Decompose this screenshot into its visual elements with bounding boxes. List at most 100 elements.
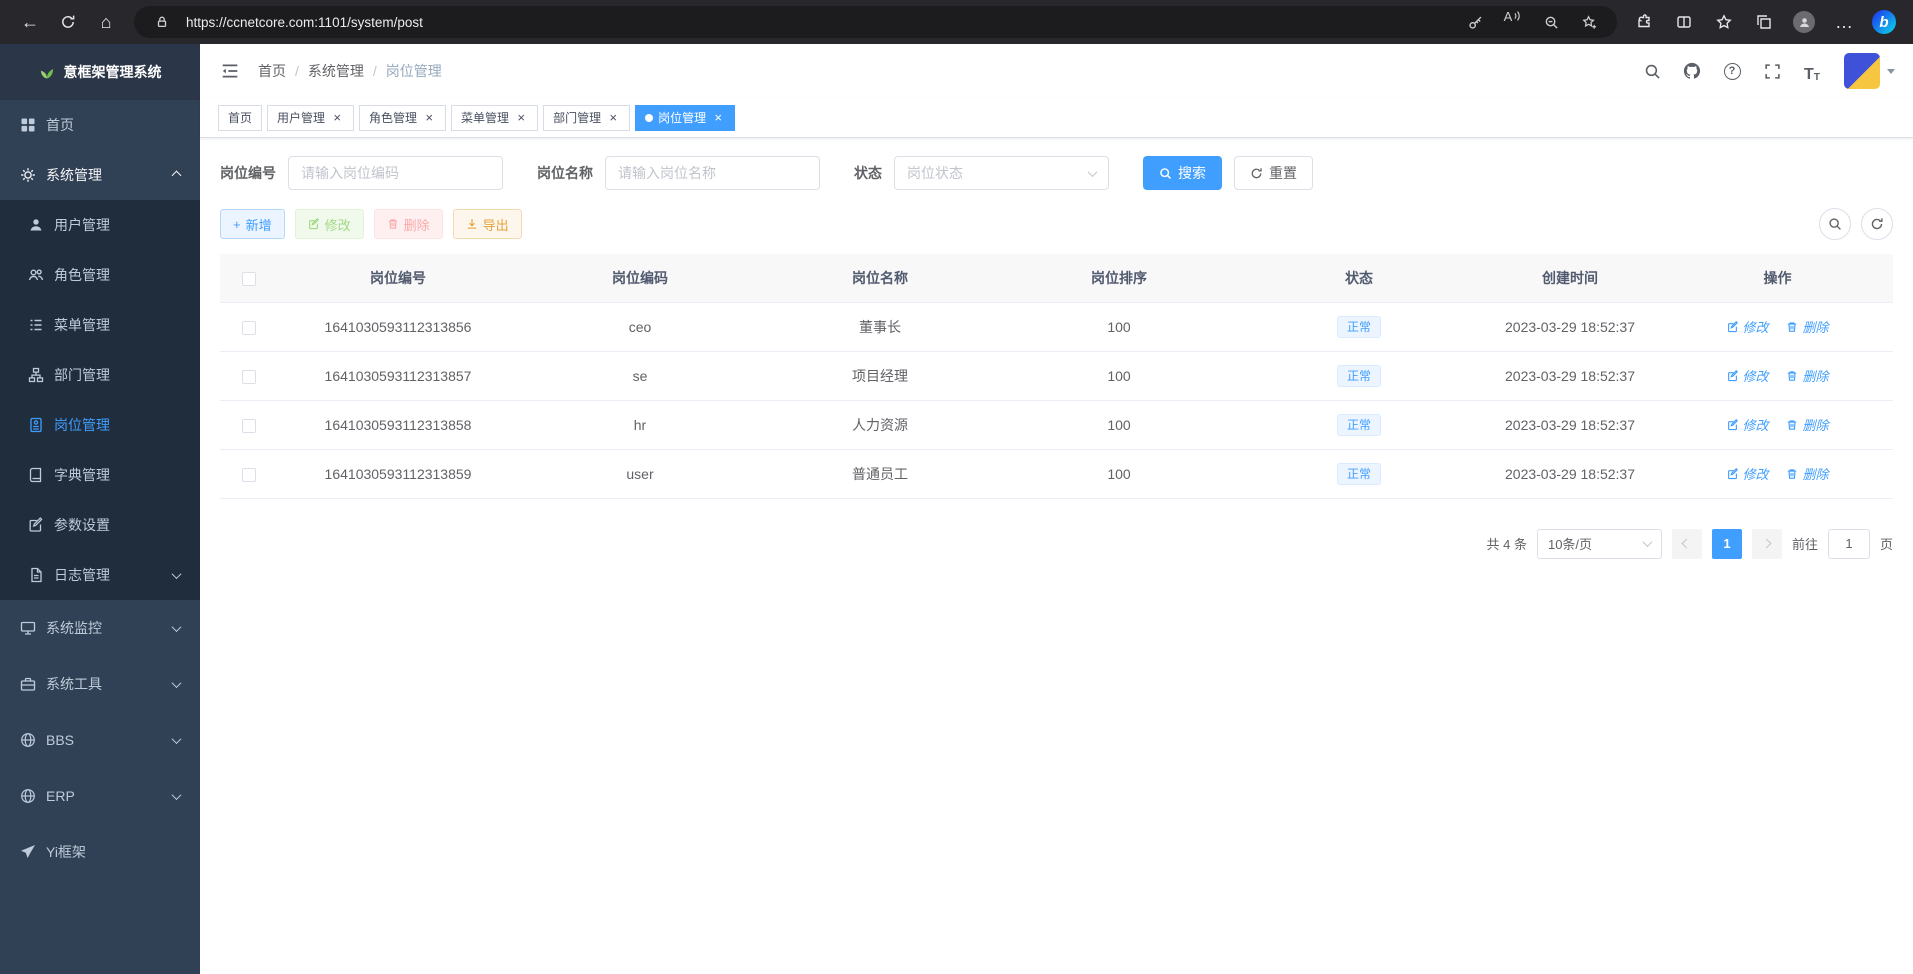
sidebar-item-post-mgmt[interactable]: 岗位管理 [0,400,200,450]
page-number-1[interactable]: 1 [1712,529,1742,559]
post-name-input[interactable] [605,156,820,190]
browser-back-icon[interactable]: ← [12,5,48,39]
tab-home[interactable]: 首页 [218,105,262,131]
sidebar-item-system-mgmt[interactable]: 系统管理 [0,150,200,200]
delete-link[interactable]: 删除 [1786,464,1828,483]
column-created-time: 创建时间 [1478,254,1662,302]
status-badge: 正常 [1337,316,1381,338]
page-content: 岗位编号 岗位名称 状态 岗位状态 搜索 [200,138,1913,974]
favorites-icon[interactable] [1707,5,1741,39]
password-key-icon[interactable] [1461,9,1489,35]
browser-menu-icon[interactable]: … [1827,5,1861,39]
tab-post-mgmt[interactable]: 岗位管理 × [635,105,735,131]
edit-link[interactable]: 修改 [1727,464,1769,483]
sidebar-item-menu-mgmt[interactable]: 菜单管理 [0,300,200,350]
pagination-total: 共 4 条 [1487,534,1527,553]
status-badge: 正常 [1337,414,1381,436]
sidebar-item-role-mgmt[interactable]: 角色管理 [0,250,200,300]
collections-icon[interactable] [1747,5,1781,39]
edit-link[interactable]: 修改 [1727,317,1769,336]
chevron-down-icon [172,734,182,744]
sidebar-item-bbs[interactable]: BBS [0,712,200,768]
tab-dept-mgmt[interactable]: 部门管理 × [543,105,630,131]
goto-page-input[interactable] [1828,529,1870,559]
table-toolbar: + 新增 修改 删除 导出 [220,208,1893,240]
cell-created-time: 2023-03-29 18:52:37 [1478,449,1662,498]
app-navbar: 首页 / 系统管理 / 岗位管理 ? T [200,44,1913,98]
edit-square-icon [28,517,44,533]
delete-link[interactable]: 删除 [1786,317,1828,336]
sidebar-item-log-mgmt[interactable]: 日志管理 [0,550,200,600]
refresh-icon [1870,217,1884,231]
close-icon[interactable]: × [514,111,528,125]
add-button[interactable]: + 新增 [220,209,285,239]
header-search-icon[interactable] [1640,59,1664,83]
sidebar-item-user-mgmt[interactable]: 用户管理 [0,200,200,250]
add-favorite-icon[interactable] [1575,9,1603,35]
globe-icon [20,732,36,748]
row-checkbox[interactable] [242,419,256,433]
font-size-icon[interactable]: TT [1800,59,1824,83]
split-screen-icon[interactable] [1667,5,1701,39]
toolbox-icon [20,676,36,692]
avatar-image [1844,53,1880,89]
edit-link[interactable]: 修改 [1727,415,1769,434]
browser-home-icon[interactable]: ⌂ [88,5,124,39]
browser-address-bar[interactable]: https://ccnetcore.com:1101/system/post A [134,6,1617,38]
post-name-label: 岗位名称 [537,163,593,183]
zoom-icon[interactable] [1537,9,1565,35]
sidebar-item-erp[interactable]: ERP [0,768,200,824]
delete-link[interactable]: 删除 [1786,366,1828,385]
user-avatar[interactable] [1844,53,1895,89]
sidebar-item-yi-framework[interactable]: Yi框架 [0,824,200,880]
bing-icon[interactable]: b [1867,5,1901,39]
breadcrumb-home[interactable]: 首页 [258,61,286,81]
close-icon[interactable]: × [422,111,436,125]
sidebar-item-dept-mgmt[interactable]: 部门管理 [0,350,200,400]
prev-page-button[interactable] [1672,529,1702,559]
url-text[interactable]: https://ccnetcore.com:1101/system/post [186,15,423,30]
close-icon[interactable]: × [330,111,344,125]
chevron-left-icon [1682,539,1692,549]
post-code-input[interactable] [288,156,503,190]
sidebar-item-system-monitor[interactable]: 系统监控 [0,600,200,656]
breadcrumb-system-mgmt[interactable]: 系统管理 [308,61,364,81]
paper-plane-icon [20,844,36,860]
trash-icon [1786,468,1798,480]
row-checkbox[interactable] [242,370,256,384]
reset-button[interactable]: 重置 [1234,156,1313,190]
github-icon[interactable] [1680,59,1704,83]
table-row: 1641030593112313857 se 项目经理 100 正常 2023-… [220,351,1893,400]
page-size-select[interactable]: 10条/页 [1537,529,1662,559]
sidebar-item-system-tools[interactable]: 系统工具 [0,656,200,712]
tab-role-mgmt[interactable]: 角色管理 × [359,105,446,131]
read-aloud-icon[interactable]: A [1499,9,1527,35]
delete-link[interactable]: 删除 [1786,415,1828,434]
refresh-table-button[interactable] [1861,208,1893,240]
row-checkbox[interactable] [242,321,256,335]
row-checkbox[interactable] [242,468,256,482]
select-all-checkbox[interactable] [242,272,256,286]
browser-profile-avatar[interactable] [1787,5,1821,39]
sidebar-item-dict-mgmt[interactable]: 字典管理 [0,450,200,500]
close-icon[interactable]: × [711,111,725,125]
export-button[interactable]: 导出 [453,209,522,239]
help-icon[interactable]: ? [1720,59,1744,83]
status-select[interactable]: 岗位状态 [894,156,1109,190]
sidebar-item-param-settings[interactable]: 参数设置 [0,500,200,550]
edit-link[interactable]: 修改 [1727,366,1769,385]
list-icon [28,317,44,333]
next-page-button[interactable] [1752,529,1782,559]
extensions-icon[interactable] [1627,5,1661,39]
sidebar-toggle-icon[interactable] [218,59,242,83]
edit-button[interactable]: 修改 [295,209,364,239]
fullscreen-icon[interactable] [1760,59,1784,83]
tab-menu-mgmt[interactable]: 菜单管理 × [451,105,538,131]
browser-refresh-icon[interactable] [50,5,86,39]
toggle-search-button[interactable] [1819,208,1851,240]
tab-user-mgmt[interactable]: 用户管理 × [267,105,354,131]
close-icon[interactable]: × [606,111,620,125]
sidebar-item-home[interactable]: 首页 [0,100,200,150]
delete-button[interactable]: 删除 [374,209,443,239]
search-button[interactable]: 搜索 [1143,156,1222,190]
